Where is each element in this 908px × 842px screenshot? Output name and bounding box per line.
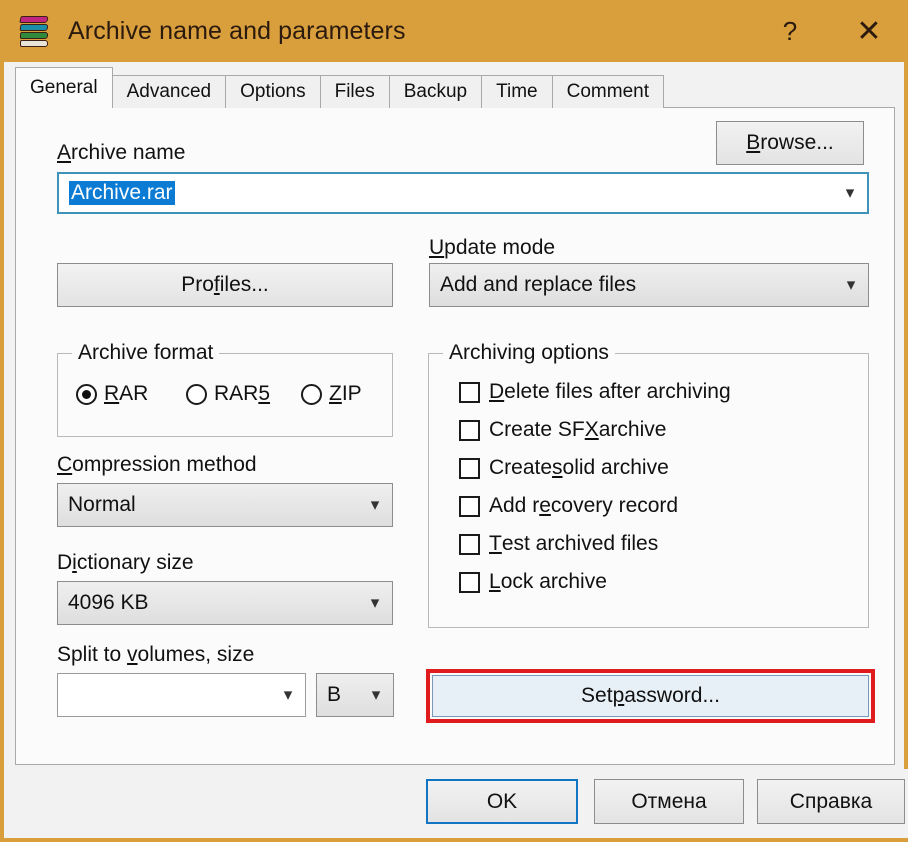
radio-zip[interactable]: Z IP — [301, 382, 362, 406]
set-password-button[interactable]: Set p assword... — [432, 675, 869, 717]
close-icon[interactable]: ✕ — [826, 0, 908, 62]
checkbox-lock-archive[interactable]: Lock archive — [459, 570, 607, 594]
archive-format-group: Archive format R AR RAR 5 Z IP — [57, 341, 393, 437]
radio-rar5[interactable]: RAR 5 — [186, 382, 270, 406]
dictionary-size-select[interactable]: 4096 KB ▾ — [57, 581, 393, 625]
compression-method-label: Compression method — [57, 453, 257, 476]
archiving-options-group: Archiving options Delete files after arc… — [428, 341, 869, 628]
radio-indicator — [186, 383, 207, 405]
checkbox-indicator — [459, 571, 480, 593]
tab-strip: General Advanced Options Files Backup Ti… — [15, 67, 895, 108]
radio-indicator — [301, 383, 322, 405]
split-volumes-unit-value: B — [327, 683, 342, 706]
archive-name-label: Archive name — [57, 141, 186, 164]
tab-backup[interactable]: Backup — [388, 75, 483, 108]
tab-advanced[interactable]: Advanced — [111, 75, 227, 108]
chevron-down-icon[interactable]: ▾ — [359, 685, 393, 705]
split-volumes-input[interactable]: ▾ — [57, 673, 306, 717]
split-volumes-unit-select[interactable]: B ▾ — [316, 673, 394, 717]
profiles-button[interactable]: Pro f iles... — [57, 263, 393, 307]
update-mode-select[interactable]: Add and replace files ▾ — [429, 263, 869, 307]
checkbox-test-archived-files[interactable]: Test archived files — [459, 532, 658, 556]
archive-name-input[interactable]: Archive.rar ▾ — [57, 172, 869, 214]
archive-parameters-dialog: Archive name and parameters ? ✕ General … — [0, 0, 908, 842]
archiving-options-legend: Archiving options — [443, 341, 615, 365]
radio-indicator — [76, 383, 97, 405]
tab-options[interactable]: Options — [225, 75, 321, 108]
ok-button[interactable]: OK — [426, 779, 578, 824]
tab-general[interactable]: General — [15, 67, 113, 108]
chevron-down-icon[interactable]: ▾ — [271, 685, 305, 705]
help-icon[interactable]: ? — [754, 0, 826, 62]
archive-format-legend: Archive format — [72, 341, 220, 365]
checkbox-indicator — [459, 419, 480, 441]
tab-comment[interactable]: Comment — [551, 75, 664, 108]
browse-button[interactable]: Browse... — [716, 121, 864, 165]
dictionary-size-value: 4096 KB — [68, 591, 149, 614]
compression-method-select[interactable]: Normal ▾ — [57, 483, 393, 527]
help-button[interactable]: Справка — [757, 779, 905, 824]
split-volumes-label: Split to volumes, size — [57, 643, 255, 666]
checkbox-indicator — [459, 495, 480, 517]
archive-name-value: Archive.rar — [69, 181, 175, 205]
checkbox-delete-files-after-archiving[interactable]: Delete files after archiving — [459, 380, 731, 404]
checkbox-indicator — [459, 457, 480, 479]
checkbox-create-solid-archive[interactable]: Create s olid archive — [459, 456, 669, 480]
dictionary-size-label: Dictionary size — [57, 551, 194, 574]
compression-method-value: Normal — [68, 493, 136, 516]
dialog-footer: OK Отмена Справка — [8, 769, 908, 838]
checkbox-indicator — [459, 381, 480, 403]
update-mode-label: Update mode — [429, 236, 556, 259]
chevron-down-icon[interactable]: ▾ — [358, 593, 392, 613]
tab-time[interactable]: Time — [481, 75, 553, 108]
winrar-books-icon — [19, 14, 54, 48]
general-tab-panel: Archive name Browse... Archive.rar ▾ Pro… — [15, 107, 895, 765]
radio-rar[interactable]: R AR — [76, 382, 148, 406]
title-bar: Archive name and parameters ? ✕ — [4, 0, 908, 62]
update-mode-value: Add and replace files — [440, 273, 637, 296]
checkbox-create-sfx-archive[interactable]: Create SF X archive — [459, 418, 666, 442]
chevron-down-icon[interactable]: ▾ — [834, 275, 868, 295]
tab-files[interactable]: Files — [319, 75, 390, 108]
title-bar-buttons: ? ✕ — [754, 0, 908, 62]
window-title: Archive name and parameters — [68, 16, 406, 45]
cancel-button[interactable]: Отмена — [594, 779, 744, 824]
chevron-down-icon[interactable]: ▾ — [358, 495, 392, 515]
checkbox-indicator — [459, 533, 480, 555]
chevron-down-icon[interactable]: ▾ — [833, 183, 867, 203]
checkbox-add-recovery-record[interactable]: Add r e covery record — [459, 494, 678, 518]
